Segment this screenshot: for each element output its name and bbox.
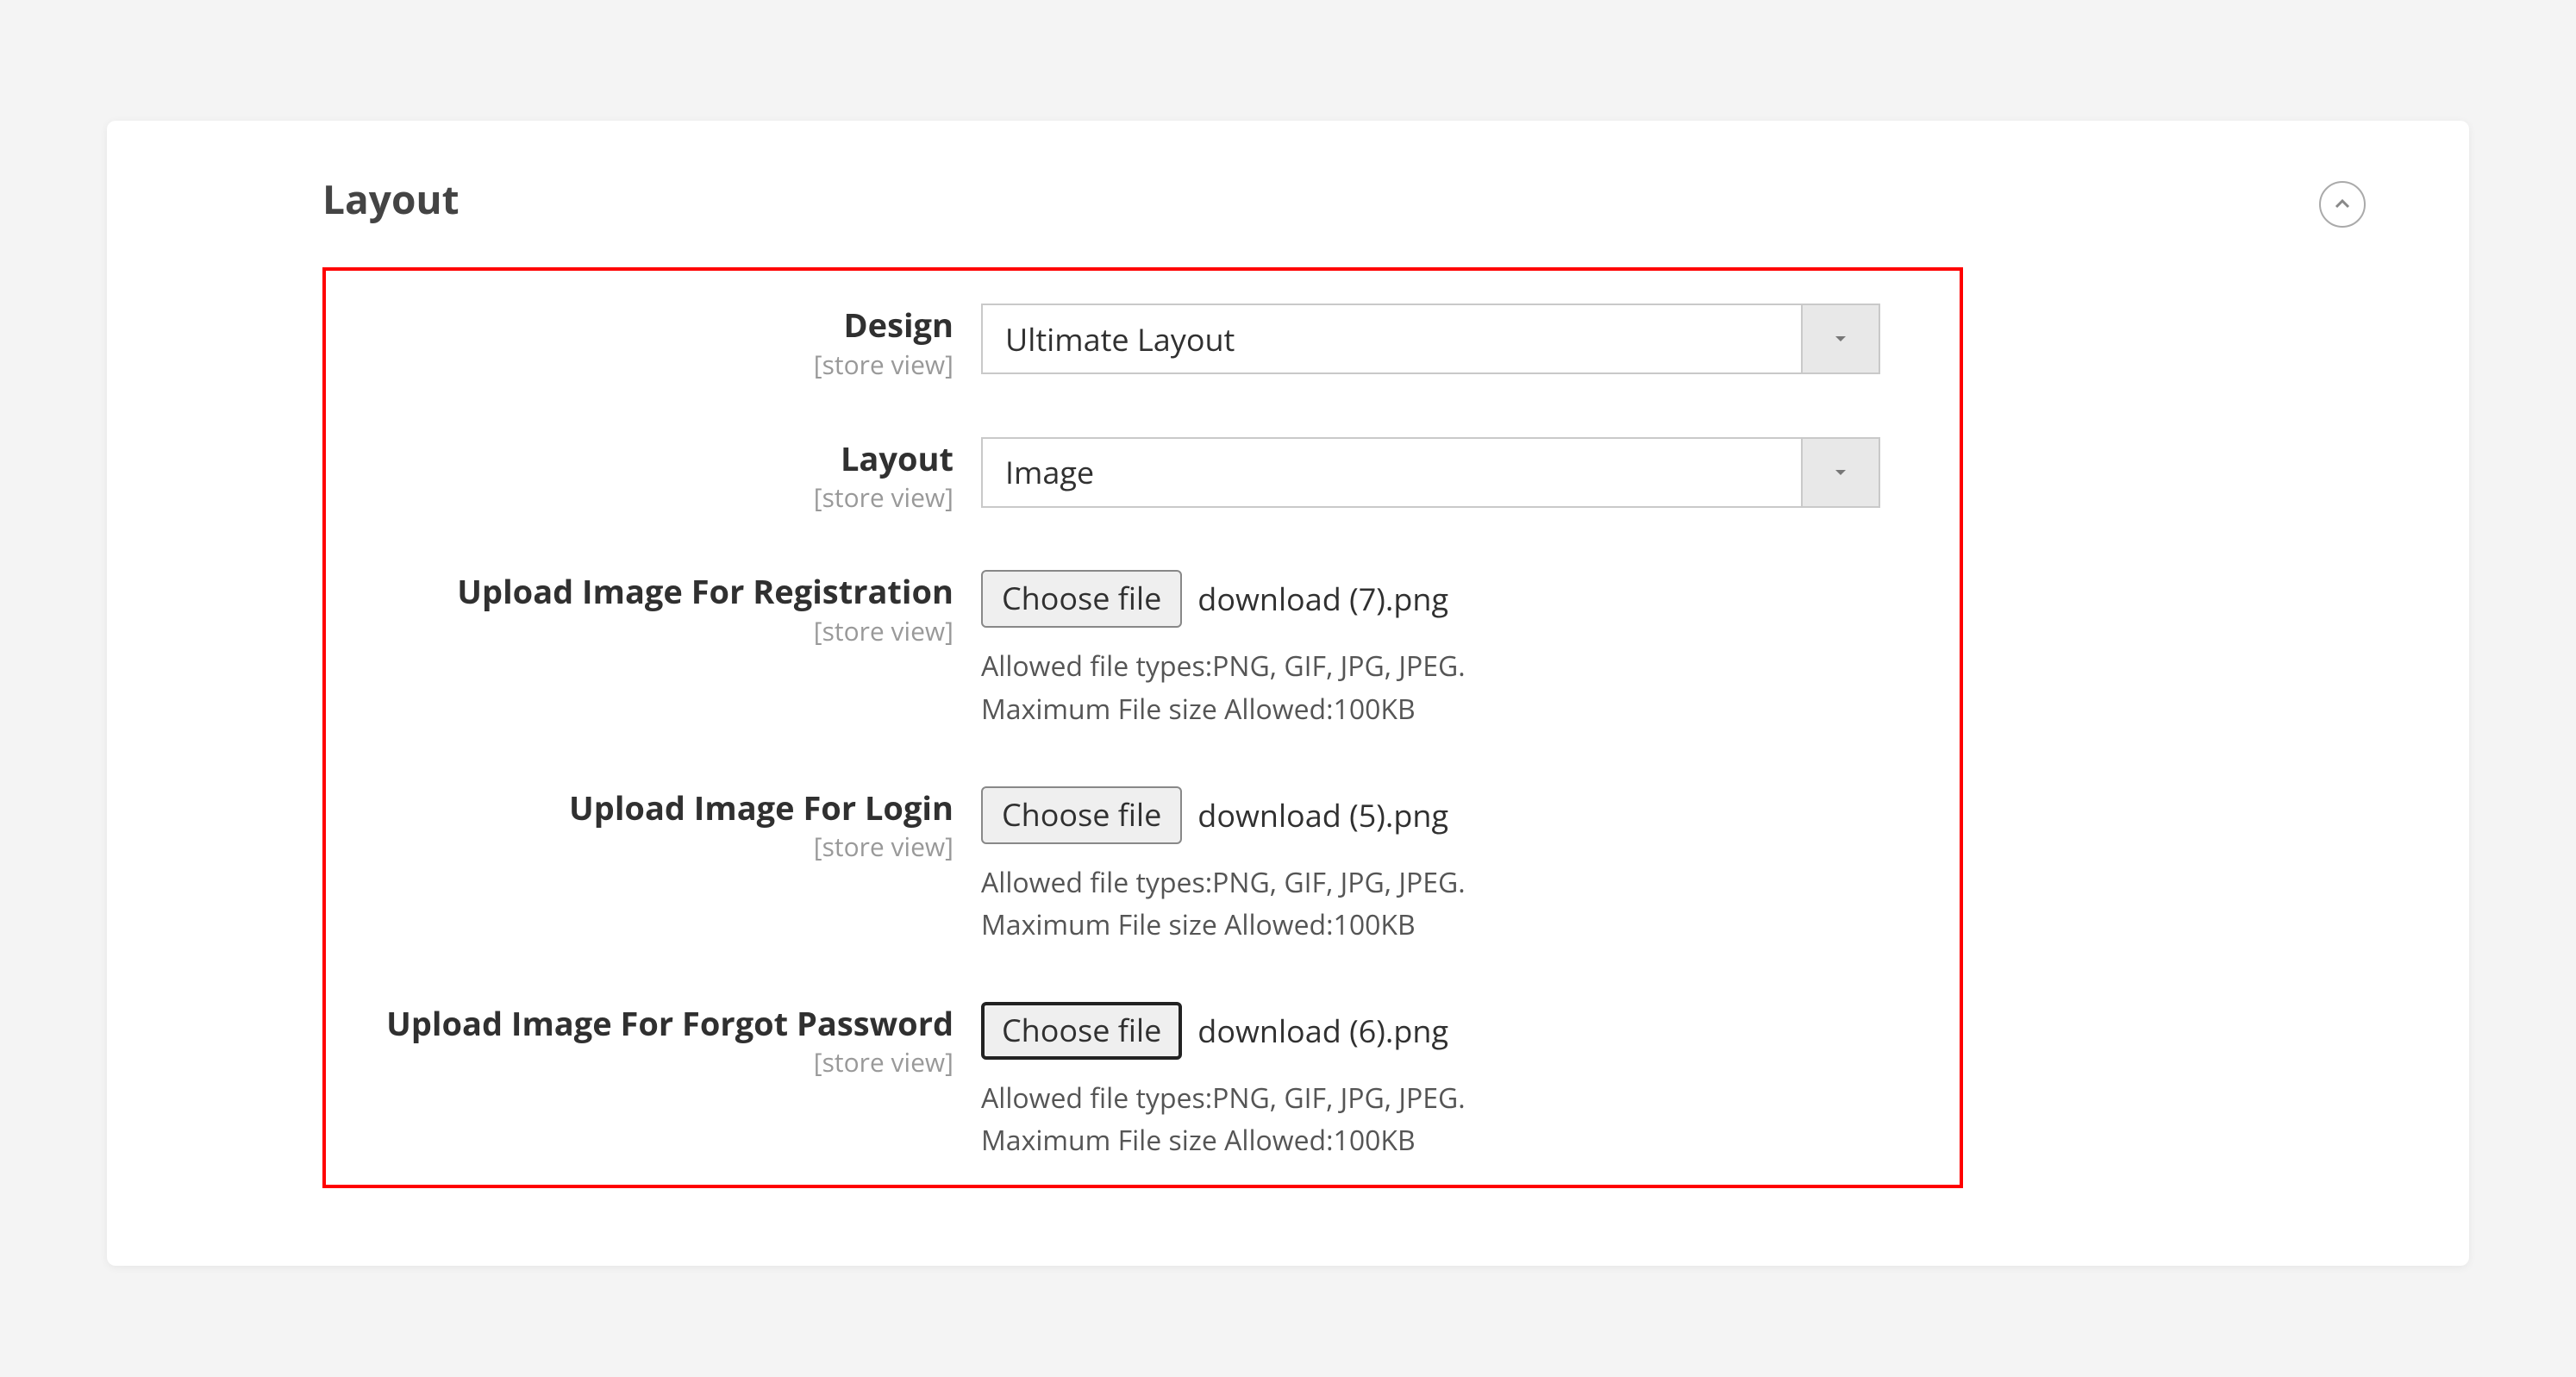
design-row: Design [store view] Ultimate Layout — [343, 304, 1942, 382]
upload-login-scope-label: [store view] — [343, 829, 953, 864]
layout-settings-card: Layout Design [store view] Ultimate Layo… — [107, 121, 2469, 1266]
upload-forgot-row: Upload Image For Forgot Password [store … — [343, 1002, 1942, 1162]
upload-registration-file-name: download (7).png — [1197, 578, 1448, 620]
upload-registration-choose-file-button[interactable]: Choose file — [981, 570, 1182, 628]
design-select-arrow — [1801, 304, 1880, 374]
layout-scope-label: [store view] — [343, 479, 953, 515]
upload-forgot-choose-file-button[interactable]: Choose file — [981, 1002, 1182, 1060]
upload-registration-scope-label: [store view] — [343, 613, 953, 648]
upload-login-file-name: download (5).png — [1197, 794, 1448, 836]
upload-forgot-label: Upload Image For Forgot Password — [343, 1005, 953, 1043]
upload-forgot-hint: Allowed file types:PNG, GIF, JPG, JPEG. … — [981, 1077, 1942, 1162]
layout-select-arrow — [1801, 437, 1880, 508]
upload-login-choose-file-button[interactable]: Choose file — [981, 786, 1182, 844]
upload-registration-hint: Allowed file types:PNG, GIF, JPG, JPEG. … — [981, 645, 1942, 730]
upload-login-hint: Allowed file types:PNG, GIF, JPG, JPEG. … — [981, 861, 1942, 947]
design-select-value: Ultimate Layout — [981, 304, 1801, 374]
caret-down-icon — [1833, 465, 1848, 480]
upload-login-label: Upload Image For Login — [343, 790, 953, 828]
section-title: Layout — [322, 172, 460, 226]
upload-registration-row: Upload Image For Registration [store vie… — [343, 570, 1942, 730]
layout-select-value: Image — [981, 437, 1801, 508]
settings-highlight-box: Design [store view] Ultimate Layout — [322, 267, 1963, 1188]
upload-forgot-scope-label: [store view] — [343, 1044, 953, 1080]
layout-row: Layout [store view] Image — [343, 437, 1942, 516]
design-scope-label: [store view] — [343, 347, 953, 382]
layout-label: Layout — [343, 441, 953, 479]
collapse-section-button[interactable] — [2319, 181, 2366, 228]
caret-down-icon — [1833, 331, 1848, 347]
upload-registration-label: Upload Image For Registration — [343, 573, 953, 611]
design-label: Design — [343, 307, 953, 345]
upload-login-row: Upload Image For Login [store view] Choo… — [343, 786, 1942, 947]
layout-select[interactable]: Image — [981, 437, 1880, 508]
chevron-up-icon — [2332, 194, 2353, 215]
design-select[interactable]: Ultimate Layout — [981, 304, 1880, 374]
upload-forgot-file-name: download (6).png — [1197, 1010, 1448, 1052]
